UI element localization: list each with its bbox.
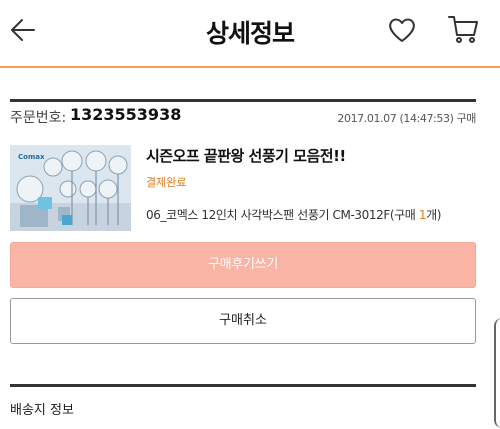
order-card: 주문번호: 1323553938 2017.01.07 (14:47:53) 구… bbox=[10, 99, 476, 414]
wishlist-button[interactable] bbox=[386, 14, 418, 46]
purchase-quantity: 1 bbox=[418, 208, 427, 222]
order-number: 1323553938 bbox=[70, 105, 182, 124]
product-option-text: 06_코멕스 12인치 사각박스팬 선풍기 CM-3012F(구매 1개) bbox=[146, 206, 441, 223]
section-divider bbox=[10, 384, 476, 387]
payment-status-badge: 결제완료 bbox=[146, 176, 187, 189]
side-panel-edge bbox=[494, 318, 500, 428]
brand-logo: Comax bbox=[18, 153, 45, 161]
order-info-row: 주문번호: 1323553938 2017.01.07 (14:47:53) 구… bbox=[10, 104, 476, 134]
product-name[interactable]: 시즌오프 끝판왕 선풍기 모음전!! bbox=[146, 145, 346, 166]
order-detail-content: 주문번호: 1323553938 2017.01.07 (14:47:53) 구… bbox=[0, 68, 500, 429]
option-description: 06_코멕스 12인치 사각박스팬 선풍기 CM-3012F(구매 bbox=[146, 208, 419, 222]
cart-icon bbox=[448, 16, 478, 43]
page-title: 상세정보 bbox=[205, 19, 295, 48]
order-date: 2017.01.07 (14:47:53) 구매 bbox=[337, 112, 476, 125]
option-suffix: 개) bbox=[426, 208, 441, 222]
write-review-button[interactable]: 구매후기쓰기 bbox=[10, 242, 476, 288]
shipping-info-heading: 배송지 정보 bbox=[10, 403, 74, 418]
heart-icon bbox=[389, 18, 415, 42]
fan-product-image: Comax bbox=[10, 145, 131, 231]
top-app-bar: 상세정보 bbox=[0, 0, 500, 68]
cancel-purchase-button[interactable]: 구매취소 bbox=[10, 298, 476, 344]
order-number-label: 주문번호: bbox=[10, 110, 67, 126]
cart-button[interactable] bbox=[446, 12, 480, 46]
product-thumbnail[interactable]: Comax bbox=[10, 145, 131, 231]
